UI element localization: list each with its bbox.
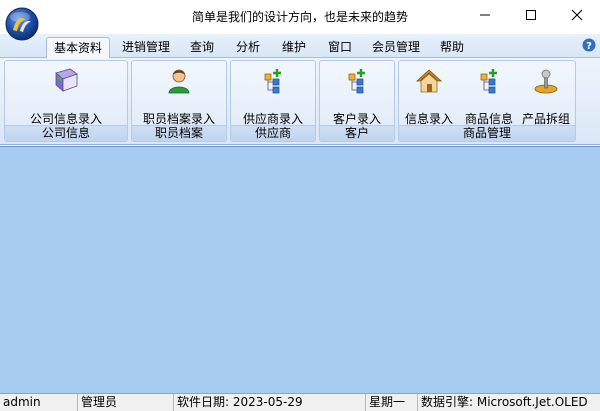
status-data-engine: 数据引擎: Microsoft.Jet.OLED <box>421 395 588 409</box>
mdi-workspace[interactable] <box>0 146 600 393</box>
app-logo-button[interactable] <box>4 6 40 42</box>
user-icon <box>168 69 190 94</box>
minimize-button[interactable] <box>462 0 508 30</box>
maximize-icon <box>526 10 536 20</box>
status-weekday: 星期一 <box>366 394 418 411</box>
status-role: 管理员 <box>78 394 174 411</box>
ribbon-group-product: 信息录入 商品信息 产品拆组 商品管理 <box>398 60 576 142</box>
status-software-date: 软件日期: 2023-05-29 <box>174 394 366 411</box>
maximize-button[interactable] <box>508 0 554 30</box>
ribbon-group-company: 公司信息录入 公司信息 <box>4 60 128 142</box>
menu-bar: 基本资料 进销管理 查询 分析 维护 窗口 会员管理 帮助 <box>0 34 600 59</box>
tab-window[interactable]: 窗口 <box>322 37 358 58</box>
ribbon-group-supplier: 供应商录入 供应商 <box>230 60 316 142</box>
product-info-button[interactable]: 商品信息 <box>459 61 519 127</box>
group-label-company: 公司信息 <box>5 125 127 141</box>
ribbon: 公司信息录入 公司信息 职员档案录入 职员档案 供应商录入 供应商 客户录入 客… <box>0 58 600 145</box>
status-user: admin <box>0 394 78 411</box>
status-bar: admin 管理员 软件日期: 2023-05-29 星期一 数据引擎: Mic… <box>0 393 600 411</box>
tab-help[interactable]: 帮助 <box>434 37 470 58</box>
ribbon-group-customer: 客户录入 客户 <box>319 60 395 142</box>
product-info-entry-button[interactable]: 信息录入 <box>399 61 459 127</box>
window-title: 简单是我们的设计方向，也是未来的趋势 <box>191 10 408 24</box>
group-label-customer: 客户 <box>320 125 394 141</box>
tree-add-icon <box>480 69 497 94</box>
help-icon[interactable]: ? <box>582 38 596 52</box>
company-info-entry-button[interactable]: 公司信息录入 <box>5 61 127 127</box>
group-label-staff: 职员档案 <box>132 125 226 141</box>
tree-add-icon <box>264 69 281 94</box>
close-button[interactable] <box>554 0 600 30</box>
house-icon <box>415 69 443 93</box>
product-split-button[interactable]: 产品拆组 <box>517 61 575 127</box>
group-label-supplier: 供应商 <box>231 125 315 141</box>
title-bar: 简单是我们的设计方向，也是未来的趋势 <box>0 0 600 34</box>
book-icon <box>55 68 78 92</box>
supplier-entry-button[interactable]: 供应商录入 <box>231 61 315 127</box>
tab-membership[interactable]: 会员管理 <box>366 37 426 58</box>
tree-add-icon <box>348 69 365 94</box>
app-orb-icon <box>5 7 39 41</box>
tab-query[interactable]: 查询 <box>184 37 220 58</box>
tab-basic-info[interactable]: 基本资料 <box>46 37 110 59</box>
tab-purchase-sales[interactable]: 进销管理 <box>116 37 176 58</box>
joystick-icon <box>534 69 558 94</box>
ribbon-group-staff: 职员档案录入 职员档案 <box>131 60 227 142</box>
group-label-product: 商品管理 <box>399 125 575 141</box>
tab-maintenance[interactable]: 维护 <box>276 37 312 58</box>
svg-text:?: ? <box>586 41 592 52</box>
minimize-icon <box>480 14 490 16</box>
tab-analysis[interactable]: 分析 <box>230 37 266 58</box>
close-icon <box>571 9 583 21</box>
staff-record-entry-button[interactable]: 职员档案录入 <box>132 61 226 127</box>
customer-entry-button[interactable]: 客户录入 <box>320 61 394 127</box>
